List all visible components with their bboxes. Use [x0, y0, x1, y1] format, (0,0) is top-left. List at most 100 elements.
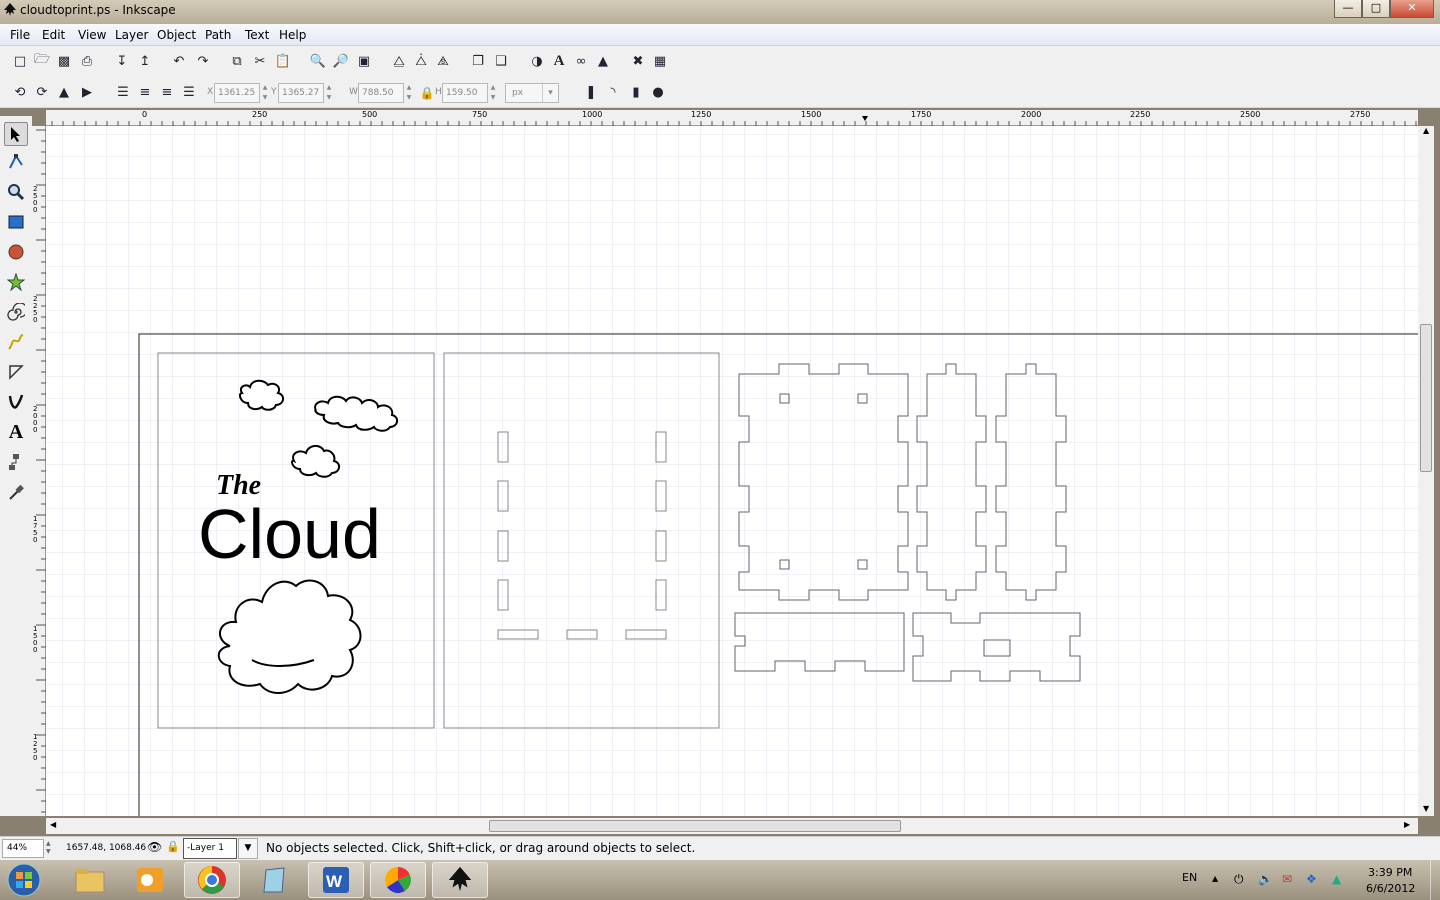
file-explorer-icon[interactable] [62, 862, 118, 898]
rotate-cw-icon[interactable]: ⟳ [33, 83, 51, 101]
menu-object[interactable]: Object [157, 28, 196, 42]
scroll-down-icon[interactable]: ▼ [1423, 804, 1429, 813]
duplicate-icon[interactable]: ⧋ [390, 52, 408, 70]
export-icon[interactable]: ↥ [136, 52, 154, 70]
lower-icon[interactable]: ≡ [158, 83, 176, 101]
unit-select[interactable]: px ▾ [505, 83, 559, 103]
preferences-icon[interactable]: ✖ [629, 52, 647, 70]
scroll-right-icon[interactable]: ▶ [1404, 820, 1410, 829]
horizontal-scroll-thumb[interactable] [489, 820, 901, 832]
undo-icon[interactable]: ↶ [170, 52, 188, 70]
menu-path[interactable]: Path [205, 28, 231, 42]
word-icon[interactable]: W [308, 862, 364, 898]
zoom-stepper[interactable]: ▲ ▼ [46, 840, 51, 856]
scroll-up-icon[interactable]: ▲ [1423, 126, 1429, 135]
drawing-canvas[interactable]: The Cloud [46, 126, 1418, 816]
zoom-field[interactable]: 44% [2, 839, 44, 858]
layer-select[interactable]: -Layer 1 [183, 838, 237, 859]
dropbox-icon[interactable]: ❖ [1306, 872, 1317, 886]
move-gradients-icon[interactable]: ▮ [627, 83, 645, 101]
start-button[interactable] [2, 862, 46, 898]
menu-text[interactable]: Text [245, 28, 269, 42]
h-stepper[interactable]: ▲ ▼ [489, 83, 497, 103]
clock-time[interactable]: 3:39 PM [1368, 866, 1412, 879]
y-stepper[interactable]: ▲ ▼ [325, 83, 333, 103]
ellipse-tool-icon[interactable] [4, 240, 28, 264]
lower-to-bottom-icon[interactable]: ☰ [180, 83, 198, 101]
close-button[interactable]: ✕ [1390, 0, 1434, 18]
flip-horizontal-icon[interactable]: ▲ [55, 83, 73, 101]
unlink-clone-icon[interactable]: ⧌ [434, 52, 452, 70]
raise-to-top-icon[interactable]: ☰ [114, 83, 132, 101]
fill-stroke-icon[interactable]: ◑ [528, 52, 546, 70]
document-properties-icon[interactable]: ▦ [651, 52, 669, 70]
dropper-tool-icon[interactable] [4, 480, 28, 504]
chrome-icon[interactable] [184, 862, 240, 898]
paste-icon[interactable]: 📋 [274, 52, 292, 70]
maximize-button[interactable]: □ [1362, 0, 1390, 18]
menu-layer[interactable]: Layer [115, 28, 148, 42]
picasa-icon[interactable] [370, 862, 426, 898]
w-input[interactable]: 788.50 [358, 83, 404, 103]
notepad-icon[interactable] [246, 862, 302, 898]
zoom-selection-icon[interactable]: 🔍 [309, 52, 327, 70]
power-icon[interactable]: ⏻ [1234, 872, 1244, 887]
menu-edit[interactable]: Edit [42, 28, 65, 42]
gmail-icon[interactable]: ✉ [1282, 872, 1292, 886]
lock-icon[interactable]: 🔒 [166, 840, 180, 853]
text-tool-icon[interactable]: A [4, 420, 28, 444]
raise-icon[interactable]: ≡ [136, 83, 154, 101]
lock-ratio-icon[interactable]: 🔒 [418, 84, 436, 102]
zoom-drawing-icon[interactable]: 🔎 [332, 52, 350, 70]
x-input[interactable]: 1361.25 [214, 83, 260, 103]
flip-vertical-icon[interactable]: ▶ [78, 83, 96, 101]
w-stepper[interactable]: ▲ ▼ [405, 83, 413, 103]
clock-date[interactable]: 6/6/2012 [1366, 882, 1415, 895]
spiral-tool-icon[interactable] [4, 300, 28, 324]
cut-icon[interactable]: ✂ [251, 52, 269, 70]
horizontal-scrollbar[interactable]: ◀ ▶ [46, 818, 1418, 834]
vertical-scroll-thumb[interactable] [1420, 324, 1432, 472]
minimize-button[interactable]: — [1334, 0, 1362, 18]
clone-icon[interactable]: ⧊ [412, 52, 430, 70]
align-distribute-icon[interactable]: ▲ [594, 52, 612, 70]
visibility-eye-icon[interactable]: 👁 [147, 840, 162, 854]
pencil-tool-icon[interactable] [4, 330, 28, 354]
import-icon[interactable]: ↧ [113, 52, 131, 70]
y-input[interactable]: 1365.27 [278, 83, 324, 103]
rectangle-tool-icon[interactable] [4, 210, 28, 234]
zoom-tool-icon[interactable] [4, 180, 28, 204]
xml-editor-icon[interactable]: ∞ [572, 52, 590, 70]
show-hidden-icons-icon[interactable]: ▲ [1212, 874, 1218, 883]
group-icon[interactable]: ❐ [469, 52, 487, 70]
scale-stroke-icon[interactable]: ❚ [582, 83, 600, 101]
scale-corners-icon[interactable]: ◝ [604, 83, 622, 101]
menu-help[interactable]: Help [279, 28, 306, 42]
ungroup-icon[interactable]: ❑ [492, 52, 510, 70]
new-document-icon[interactable]: □ [11, 52, 29, 70]
x-stepper[interactable]: ▲ ▼ [261, 83, 269, 103]
vertical-scrollbar[interactable]: ▲ ▼ [1418, 126, 1434, 816]
menu-file[interactable]: File [10, 28, 30, 42]
h-input[interactable]: 159.50 [442, 83, 488, 103]
open-folder-icon[interactable]: 🗁 [33, 52, 51, 70]
redo-icon[interactable]: ↷ [194, 52, 212, 70]
copy-icon[interactable]: ⧉ [228, 52, 246, 70]
node-tool-icon[interactable] [4, 150, 28, 174]
inkscape-taskbar-icon[interactable] [432, 862, 488, 898]
scroll-left-icon[interactable]: ◀ [50, 820, 56, 829]
menu-view[interactable]: View [78, 28, 106, 42]
rotate-ccw-icon[interactable]: ⟲ [11, 83, 29, 101]
connector-tool-icon[interactable] [4, 450, 28, 474]
text-font-icon[interactable]: A [550, 52, 568, 70]
show-desktop-button[interactable] [1430, 860, 1440, 900]
star-tool-icon[interactable] [4, 270, 28, 294]
print-icon[interactable]: ⎙ [78, 52, 96, 70]
language-indicator[interactable]: EN [1182, 871, 1197, 884]
outlook-icon[interactable] [122, 862, 178, 898]
calligraphy-tool-icon[interactable] [4, 390, 28, 414]
pen-tool-icon[interactable] [4, 360, 28, 384]
selector-tool-icon[interactable] [4, 122, 28, 146]
google-drive-icon[interactable]: ▲ [1332, 872, 1341, 886]
volume-mute-icon[interactable]: 🔈 [1258, 872, 1273, 886]
